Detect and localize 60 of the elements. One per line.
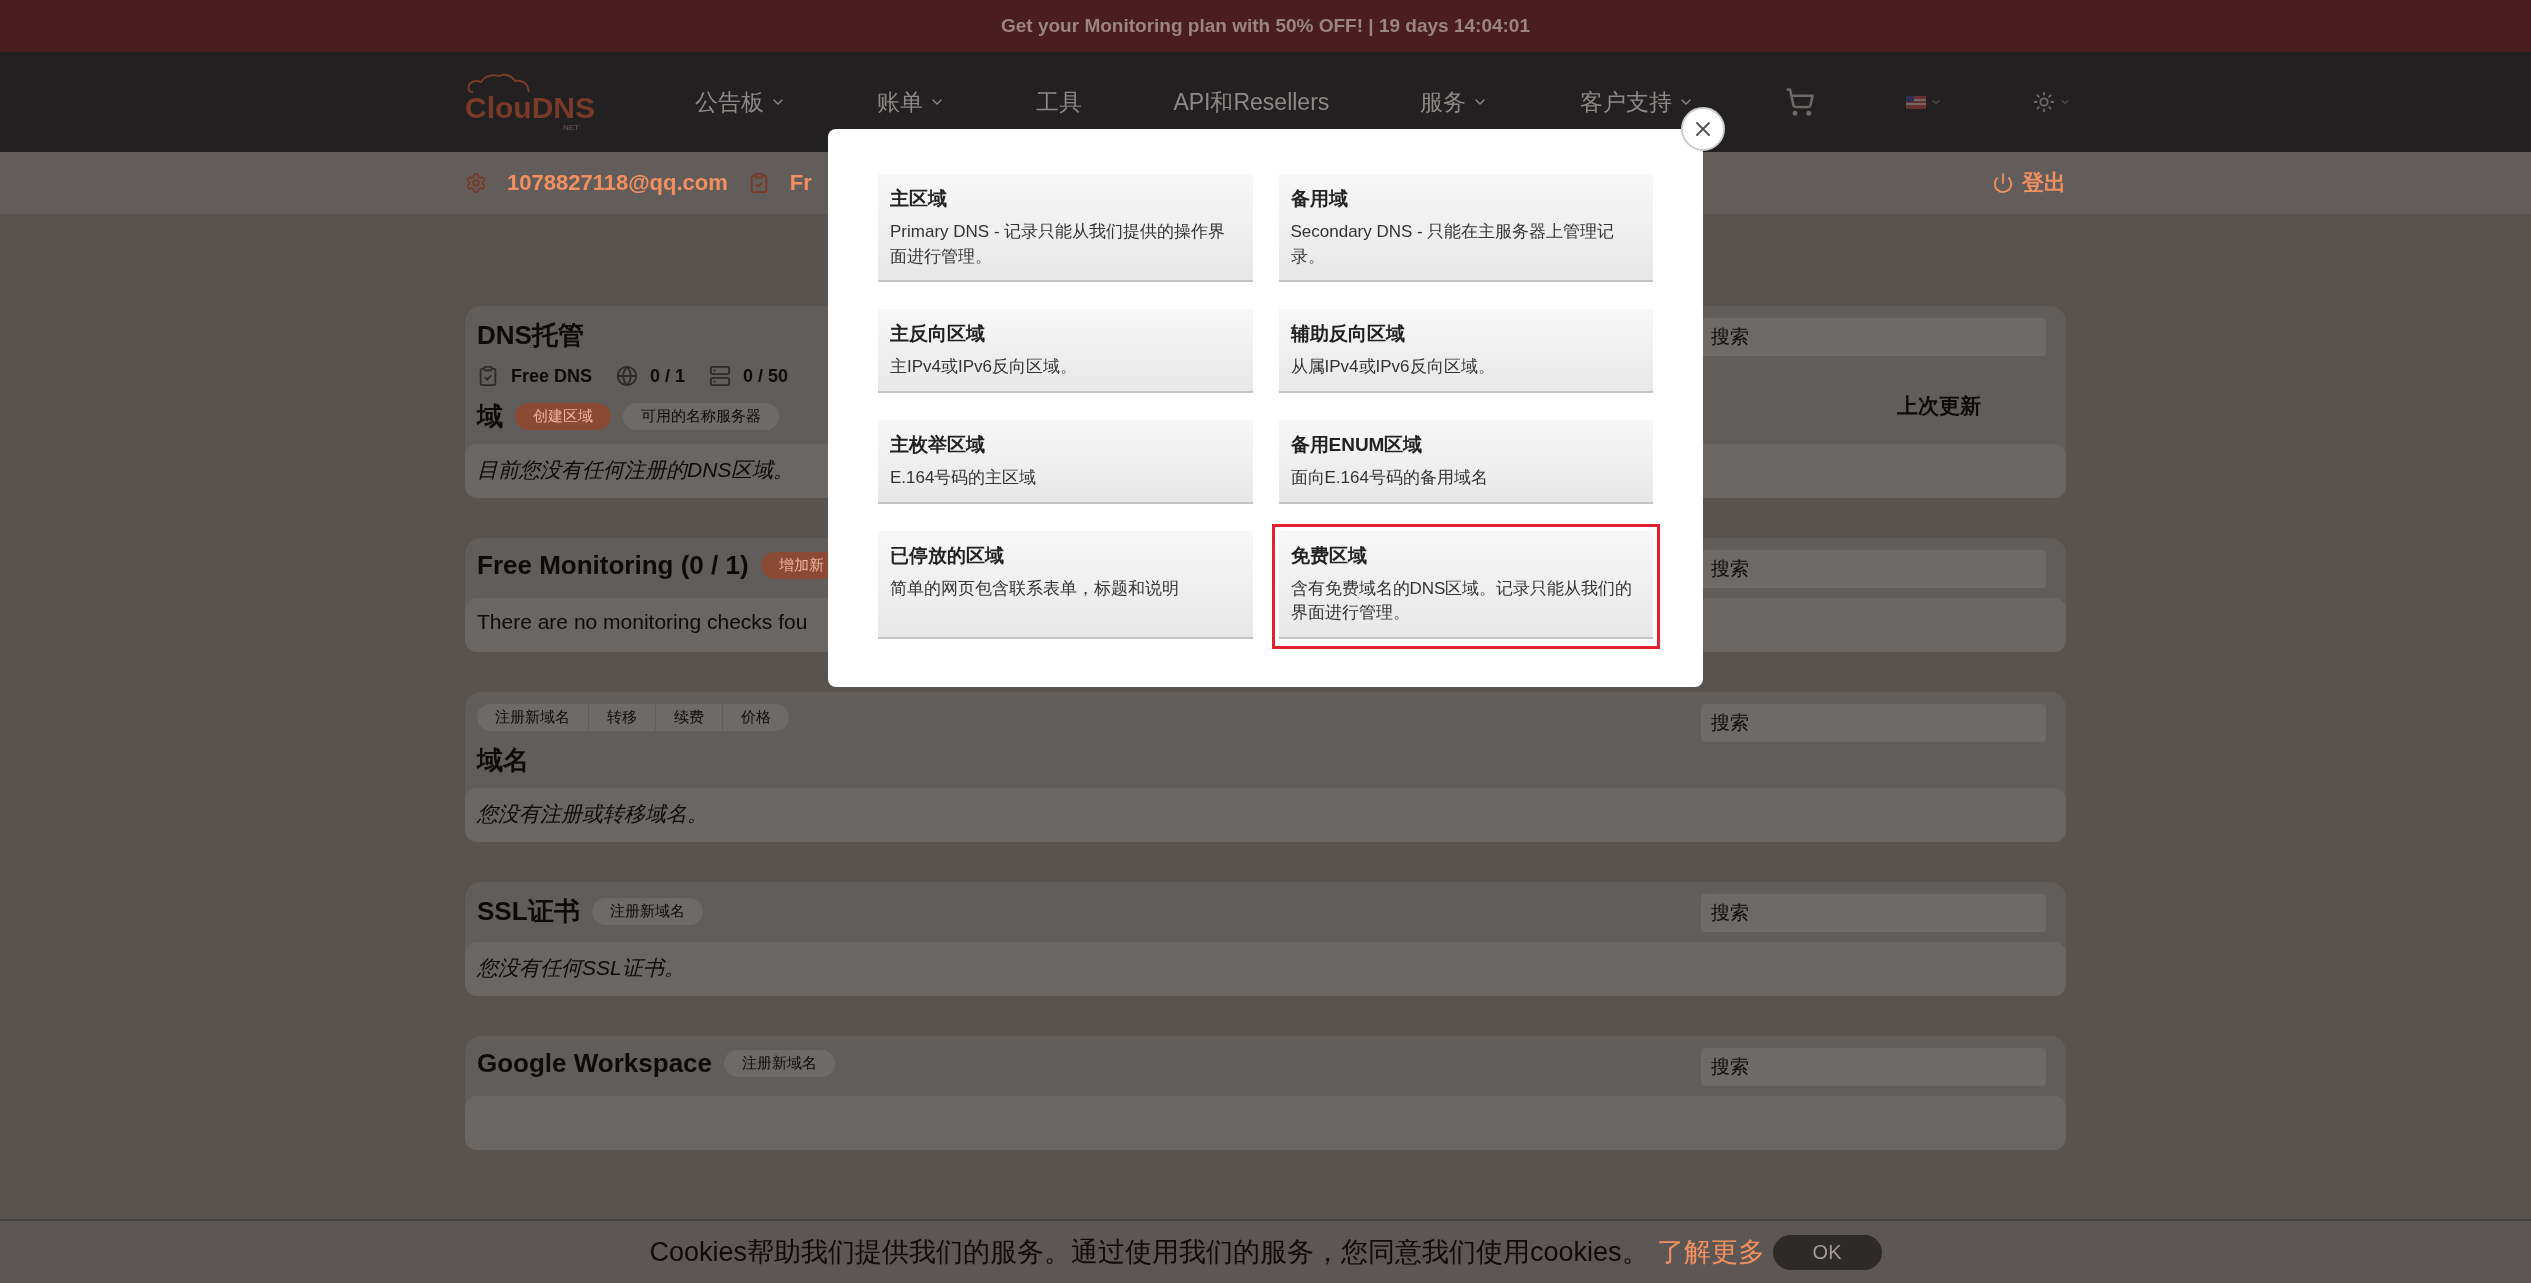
zone-option[interactable]: 免费区域 含有免费域名的DNS区域。记录只能从我们的界面进行管理。 <box>1271 523 1660 649</box>
nav-item[interactable]: 账单 <box>877 86 946 118</box>
option-title: 免费区域 <box>1290 543 1368 568</box>
tab-link[interactable]: 转移 <box>588 704 655 731</box>
globe-icon <box>616 365 639 387</box>
search-field[interactable]: 搜索 <box>1701 550 2046 588</box>
action-chip[interactable]: 注册新域名 <box>591 898 703 925</box>
logout-link[interactable]: 登出 <box>1992 168 2066 198</box>
option-description: 从属IPv4或IPv6反向区域。 <box>1290 356 1496 379</box>
section-title: DNS托管 <box>477 319 584 352</box>
option-title: 主反向区域 <box>890 322 986 347</box>
option-description: E.164号码的主区域 <box>890 466 1038 489</box>
tab-link[interactable]: 价格 <box>722 704 789 731</box>
clipboard-check-icon <box>477 365 499 387</box>
stat-text: Free DNS <box>511 365 593 387</box>
option-title: 备用域 <box>1290 187 1349 211</box>
power-icon <box>1992 172 2014 194</box>
option-title: 主区域 <box>890 187 948 211</box>
action-chip[interactable]: 注册新域名 <box>724 1050 836 1077</box>
empty-message: 您没有注册或转移域名。 <box>465 788 2066 842</box>
search-field[interactable]: 搜索 <box>1701 894 2046 932</box>
plan-link[interactable]: Fr <box>789 170 812 196</box>
stat-text: 0 / 1 <box>650 365 686 387</box>
learn-more-link[interactable]: 了解更多 <box>1656 1234 1765 1270</box>
search-field[interactable]: 搜索 <box>1701 704 2046 742</box>
nav-item[interactable]: 公告板 <box>695 86 786 118</box>
empty-message: 您没有任何SSL证书。 <box>465 942 2066 996</box>
server-icon <box>709 365 732 387</box>
section-title: Google Workspace <box>477 1048 713 1079</box>
column-header: 上次更新 <box>1897 393 1981 419</box>
action-chip[interactable]: 创建区域 <box>515 403 611 430</box>
option-description: 主IPv4或IPv6反向区域。 <box>890 356 1079 379</box>
subsection-title: 域 <box>477 400 503 433</box>
ok-button[interactable]: OK <box>1772 1234 1882 1270</box>
flag-icon <box>1905 95 1926 109</box>
option-description: Primary DNS - 记录只能从我们提供的操作界面进行管理。 <box>890 221 1227 268</box>
nav-item[interactable]: 工具 <box>1036 86 1083 118</box>
nav-item[interactable]: 服务 <box>1420 86 1489 118</box>
nav-item[interactable]: API和Resellers <box>1173 86 1330 118</box>
section-title: SSL证书 <box>477 895 580 928</box>
option-description: 简单的网页包含联系表单，标题和说明 <box>890 577 1180 600</box>
option-title: 辅助反向区域 <box>1290 322 1406 347</box>
action-chip[interactable]: 可用的名称服务器 <box>623 403 779 430</box>
sun-icon[interactable] <box>2032 91 2055 113</box>
search-field[interactable]: 搜索 <box>1701 1048 2046 1086</box>
cart-icon[interactable] <box>1784 87 1815 117</box>
option-description: Secondary DNS - 只能在主服务器上管理记录。 <box>1290 221 1616 268</box>
cookie-text: Cookies帮助我们提供我们的服务。通过使用我们的服务，您同意我们使用cookies。 <box>649 1236 1649 1269</box>
search-field[interactable]: 搜索 <box>1701 318 2046 356</box>
tab-link[interactable]: 注册新域名 <box>477 704 588 731</box>
nav-item[interactable]: 客户支持 <box>1579 86 1694 118</box>
section-title: 域名 <box>477 744 529 777</box>
section-title: Free Monitoring (0 / 1) <box>477 550 749 581</box>
logo-subtext: NET <box>563 122 579 132</box>
email-link[interactable]: 1078827118@qq.com <box>507 170 728 196</box>
option-title: 已停放的区域 <box>890 543 1005 568</box>
promo-banner[interactable]: Get your Monitoring plan with 50% OFF! | 19 days 14:04:01 <box>0 0 2531 52</box>
tab-link[interactable]: 续费 <box>655 704 722 731</box>
stat-text: 0 / 50 <box>743 365 789 387</box>
option-description: 面向E.164号码的备用域名 <box>1290 466 1489 489</box>
